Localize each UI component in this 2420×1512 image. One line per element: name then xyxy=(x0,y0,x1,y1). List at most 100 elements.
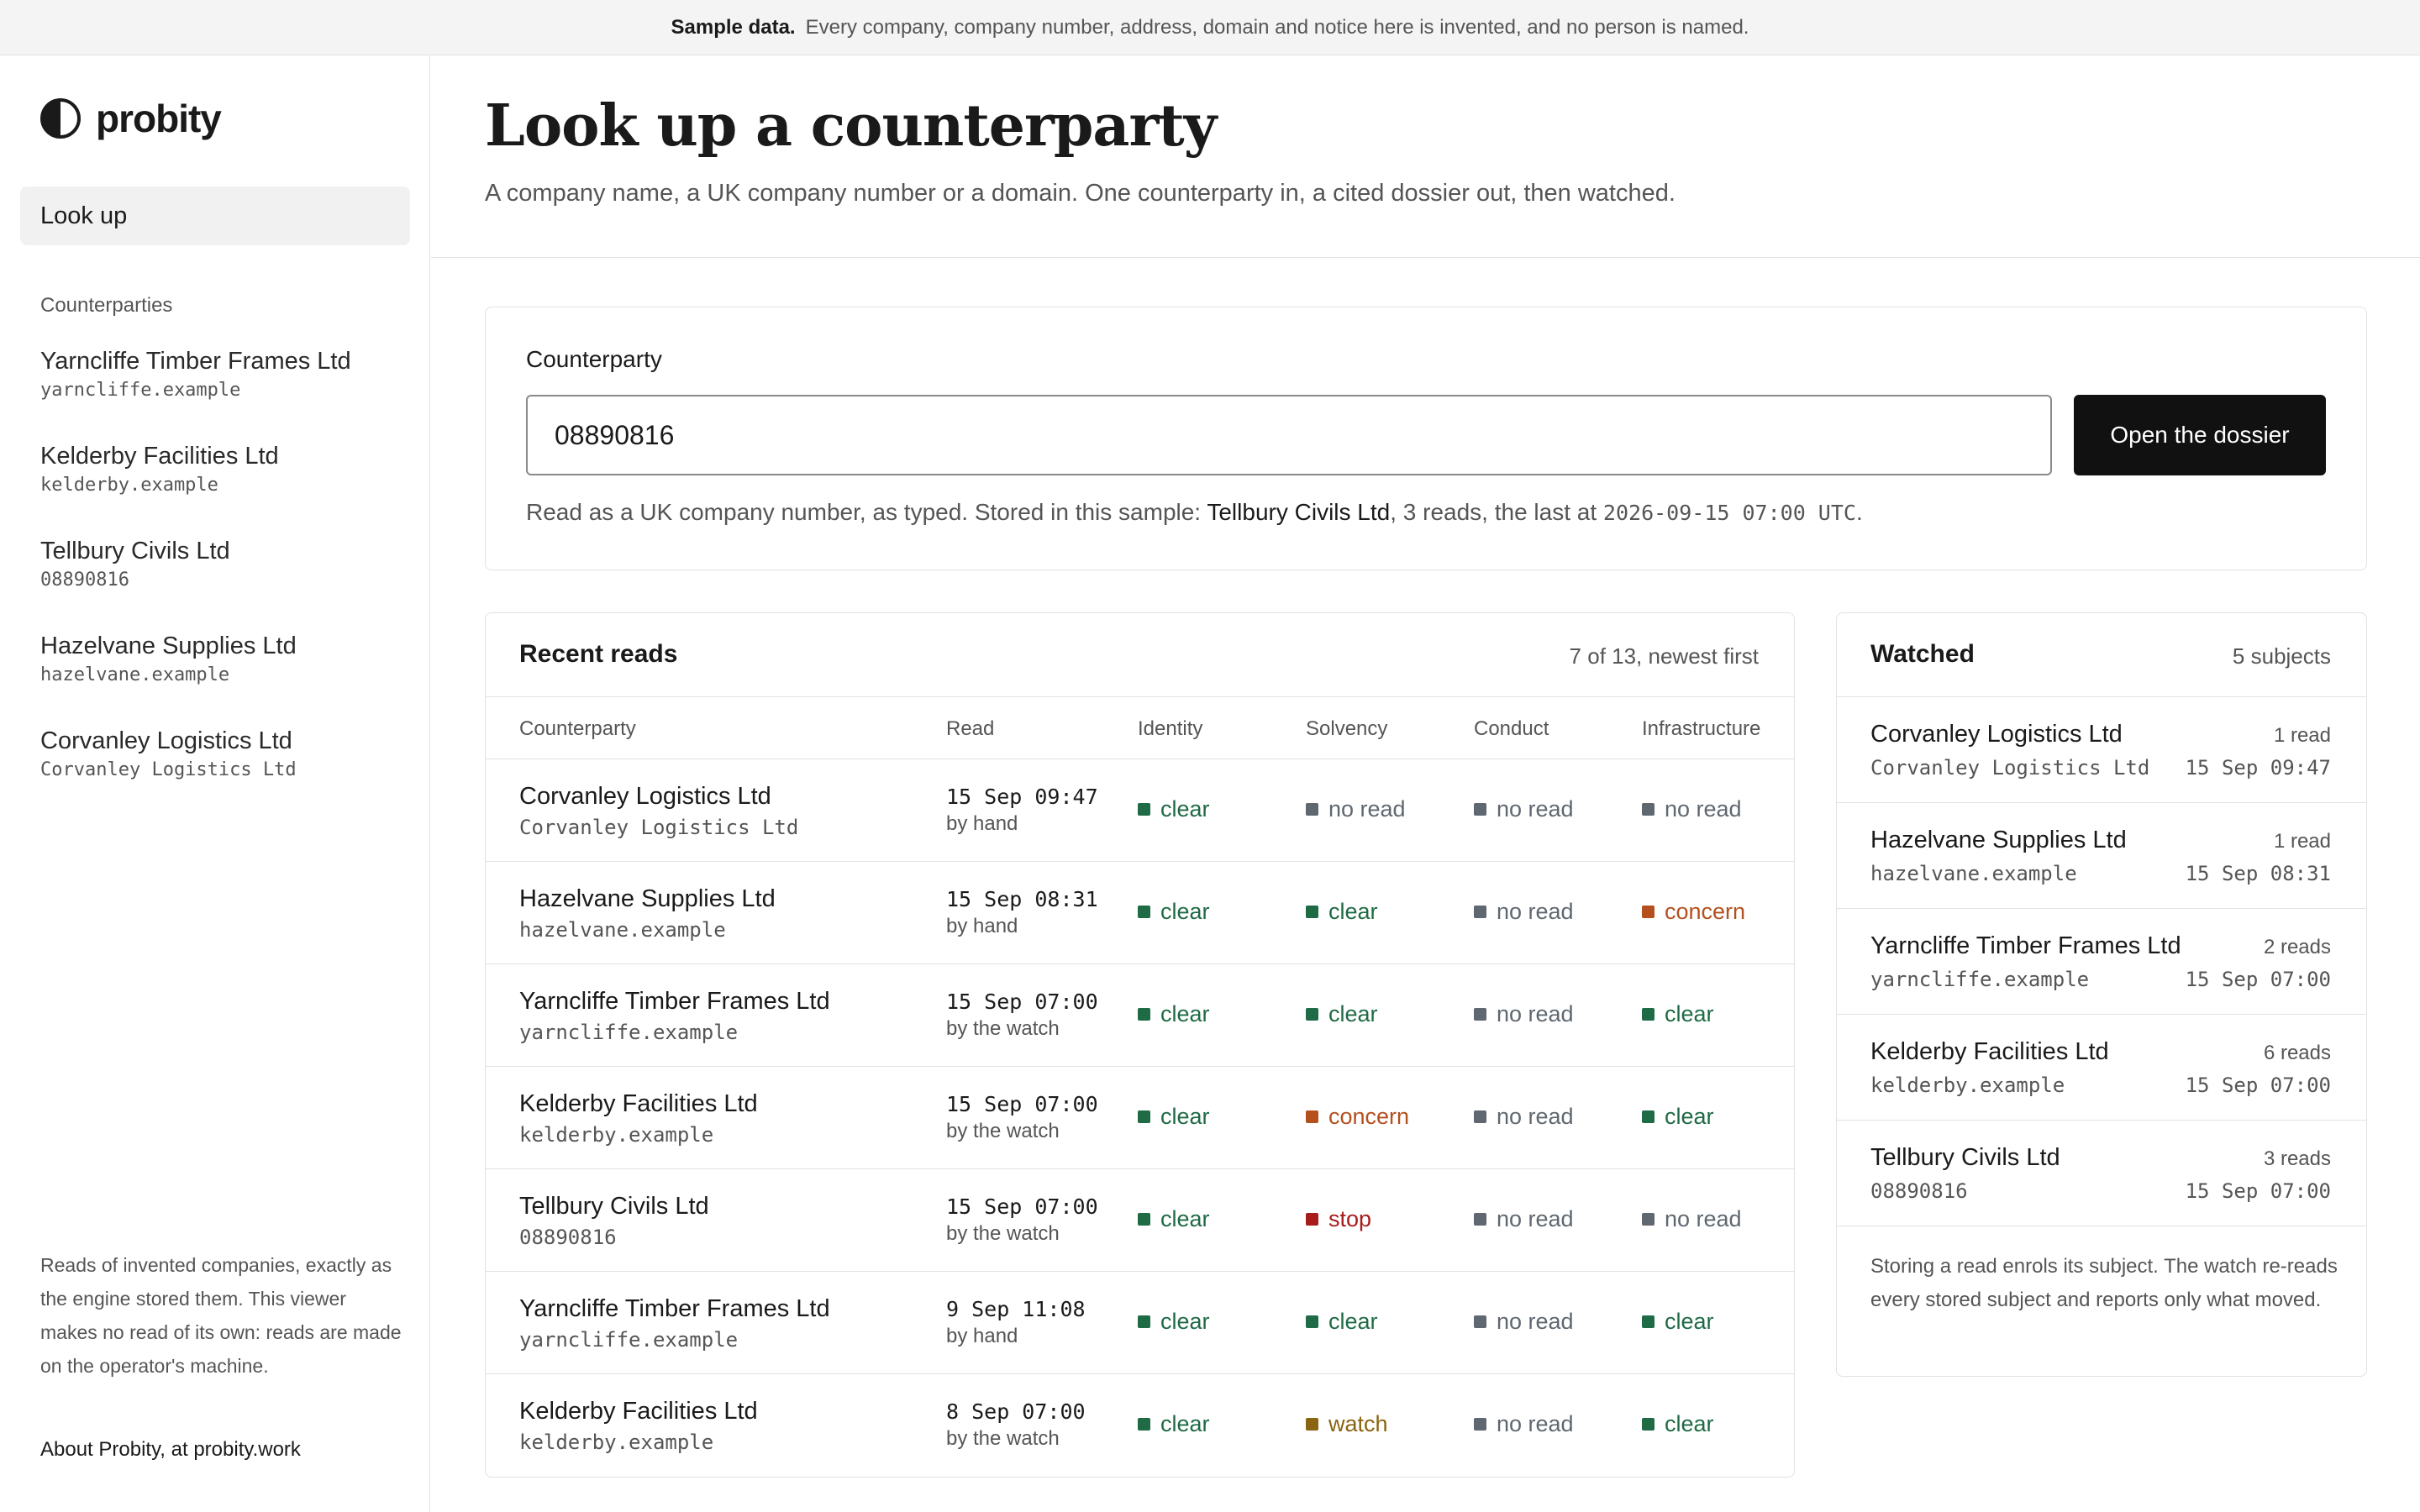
table-row[interactable]: Kelderby Facilities Ltd kelderby.example 8… xyxy=(486,1374,1794,1477)
table-header: Counterparty Read Identity Solvency Cond… xyxy=(486,697,1794,759)
table-row[interactable]: Yarncliffe Timber Frames Ltd yarncliffe.e… xyxy=(486,964,1794,1067)
counterparty-name: Corvanley Logistics Ltd xyxy=(40,727,292,754)
row-counterparty-key: hazelvane.example xyxy=(519,918,726,942)
watched-item[interactable]: Kelderby Facilities Ltd 6 reads kelderby.e… xyxy=(1837,1015,2366,1121)
row-read: 15 Sep 07:00 by the watch xyxy=(946,1194,1098,1246)
counterparty-input[interactable] xyxy=(526,395,2052,475)
status-dot-icon xyxy=(1474,1008,1486,1021)
sample-data-banner: Sample data. Every company, company numb… xyxy=(0,0,2420,55)
status-dot-icon xyxy=(1306,803,1318,816)
status-dot-icon xyxy=(1642,1315,1655,1328)
watched-read-count: 1 read xyxy=(2273,830,2331,853)
table-row[interactable]: Corvanley Logistics Ltd Corvanley Logisti… xyxy=(486,759,1794,862)
sidebar-item-counterparty[interactable]: Corvanley Logistics Ltd Corvanley Logist… xyxy=(40,726,351,821)
watched-key: kelderby.example xyxy=(1870,1074,2065,1097)
row-read-time: 15 Sep 09:47 xyxy=(946,785,1098,809)
row-counterparty-name: Yarncliffe Timber Frames Ltd xyxy=(519,988,830,1015)
row-counterparty-key: yarncliffe.example xyxy=(519,1021,739,1044)
row-read-source: by hand xyxy=(946,812,1018,835)
sidebar-item-counterparty[interactable]: Hazelvane Supplies Ltd hazelvane.example xyxy=(40,631,351,726)
watched-count: 5 subjects xyxy=(2232,643,2331,669)
status-solvency: clear xyxy=(1306,899,1378,925)
status-dot-icon xyxy=(1138,803,1150,816)
sidebar-item-counterparty[interactable]: Yarncliffe Timber Frames Ltd yarncliffe.… xyxy=(40,346,351,441)
watched-key: yarncliffe.example xyxy=(1870,968,2090,991)
table-row[interactable]: Yarncliffe Timber Frames Ltd yarncliffe.e… xyxy=(486,1272,1794,1374)
watched-item[interactable]: Corvanley Logistics Ltd 1 read Corvanley L… xyxy=(1837,697,2366,803)
watched-item[interactable]: Hazelvane Supplies Ltd 1 read hazelvane.ex… xyxy=(1837,803,2366,909)
row-counterparty-name: Kelderby Facilities Ltd xyxy=(519,1398,758,1425)
column-header-solvency: Solvency xyxy=(1306,717,1388,740)
recent-reads-card: Recent reads 7 of 13, newest first Count… xyxy=(485,612,1795,1478)
status-infrastructure: clear xyxy=(1642,1104,1714,1130)
status-solvency-label: stop xyxy=(1328,1206,1372,1231)
status-infrastructure-label: clear xyxy=(1665,1104,1714,1129)
watched-read-count: 3 reads xyxy=(2263,1147,2331,1170)
table-row[interactable]: Tellbury Civils Ltd 08890816 15 Sep 07:00 b… xyxy=(486,1169,1794,1272)
banner-text: Every company, company number, address, … xyxy=(805,15,1749,39)
sidebar: probity Look up Counterparties Yarncliff… xyxy=(0,55,430,1512)
status-identity: clear xyxy=(1138,1309,1210,1335)
row-counterparty: Kelderby Facilities Ltd kelderby.example xyxy=(519,1398,758,1454)
watched-item[interactable]: Yarncliffe Timber Frames Ltd 2 reads yarnc… xyxy=(1837,909,2366,1015)
counterparty-key: kelderby.example xyxy=(40,475,218,496)
status-identity-label: clear xyxy=(1160,1104,1210,1129)
status-dot-icon xyxy=(1474,1418,1486,1431)
status-dot-icon xyxy=(1474,803,1486,816)
column-header-read: Read xyxy=(946,717,995,740)
row-counterparty-name: Kelderby Facilities Ltd xyxy=(519,1090,758,1117)
app-logo[interactable]: probity xyxy=(40,96,222,141)
watched-last-read: 15 Sep 07:00 xyxy=(2185,1179,2331,1203)
status-infrastructure: clear xyxy=(1642,1001,1714,1027)
table-row[interactable]: Kelderby Facilities Ltd kelderby.example 1… xyxy=(486,1067,1794,1169)
counterparty-field-label: Counterparty xyxy=(526,346,662,372)
sidebar-item-counterparty[interactable]: Tellbury Civils Ltd 08890816 xyxy=(40,536,351,631)
status-identity-label: clear xyxy=(1160,1206,1210,1231)
watched-last-read: 15 Sep 09:47 xyxy=(2185,756,2331,780)
status-dot-icon xyxy=(1138,1008,1150,1021)
status-infrastructure-label: clear xyxy=(1665,1309,1714,1334)
watched-name: Corvanley Logistics Ltd xyxy=(1870,721,2123,748)
watched-name: Kelderby Facilities Ltd xyxy=(1870,1038,2109,1065)
row-counterparty: Hazelvane Supplies Ltd hazelvane.example xyxy=(519,885,776,942)
status-dot-icon xyxy=(1642,1213,1655,1226)
status-infrastructure-label: no read xyxy=(1665,796,1742,822)
sidebar-item-counterparty[interactable]: Kelderby Facilities Ltd kelderby.example xyxy=(40,441,351,536)
row-read-source: by hand xyxy=(946,1325,1018,1347)
column-header-conduct: Conduct xyxy=(1474,717,1549,740)
open-dossier-button[interactable]: Open the dossier xyxy=(2074,395,2326,475)
status-infrastructure: no read xyxy=(1642,1206,1742,1232)
row-read-time: 8 Sep 07:00 xyxy=(946,1399,1086,1424)
status-dot-icon xyxy=(1306,1315,1318,1328)
watched-list: Corvanley Logistics Ltd 1 read Corvanley L… xyxy=(1837,697,2366,1226)
status-identity: clear xyxy=(1138,796,1210,822)
status-dot-icon xyxy=(1642,906,1655,918)
sidebar-section-label: Counterparties xyxy=(40,294,173,317)
status-infrastructure: clear xyxy=(1642,1309,1714,1335)
row-read-time: 9 Sep 11:08 xyxy=(946,1297,1086,1321)
watched-last-read: 15 Sep 08:31 xyxy=(2185,862,2331,885)
half-filled-circle-icon xyxy=(40,98,81,139)
lookup-note-company: Tellbury Civils Ltd xyxy=(1207,499,1391,525)
status-infrastructure: clear xyxy=(1642,1411,1714,1437)
nav-item-look-up[interactable]: Look up xyxy=(20,186,410,245)
status-dot-icon xyxy=(1474,1110,1486,1123)
watched-key: Corvanley Logistics Ltd xyxy=(1870,756,2150,780)
status-dot-icon xyxy=(1474,1213,1486,1226)
watched-footnote: Storing a read enrols its subject. The w… xyxy=(1870,1255,2338,1311)
row-read: 8 Sep 07:00 by the watch xyxy=(946,1399,1086,1451)
status-dot-icon xyxy=(1642,1418,1655,1431)
row-read: 15 Sep 07:00 by the watch xyxy=(946,1092,1098,1143)
table-row[interactable]: Hazelvane Supplies Ltd hazelvane.example 1… xyxy=(486,862,1794,964)
watched-title: Watched xyxy=(1870,640,1975,668)
status-infrastructure-label: concern xyxy=(1665,899,1746,924)
about-link[interactable]: About Probity, at probity.work xyxy=(40,1438,301,1462)
status-infrastructure-label: clear xyxy=(1665,1001,1714,1026)
row-counterparty: Yarncliffe Timber Frames Ltd yarncliffe.e… xyxy=(519,988,830,1044)
row-read: 15 Sep 09:47 by hand xyxy=(946,785,1098,836)
status-dot-icon xyxy=(1474,1315,1486,1328)
row-counterparty: Corvanley Logistics Ltd Corvanley Logisti… xyxy=(519,783,798,839)
watched-item[interactable]: Tellbury Civils Ltd 3 reads 08890816 15 Sep… xyxy=(1837,1121,2366,1226)
row-read-time: 15 Sep 08:31 xyxy=(946,887,1098,911)
status-conduct-label: no read xyxy=(1497,1104,1574,1129)
